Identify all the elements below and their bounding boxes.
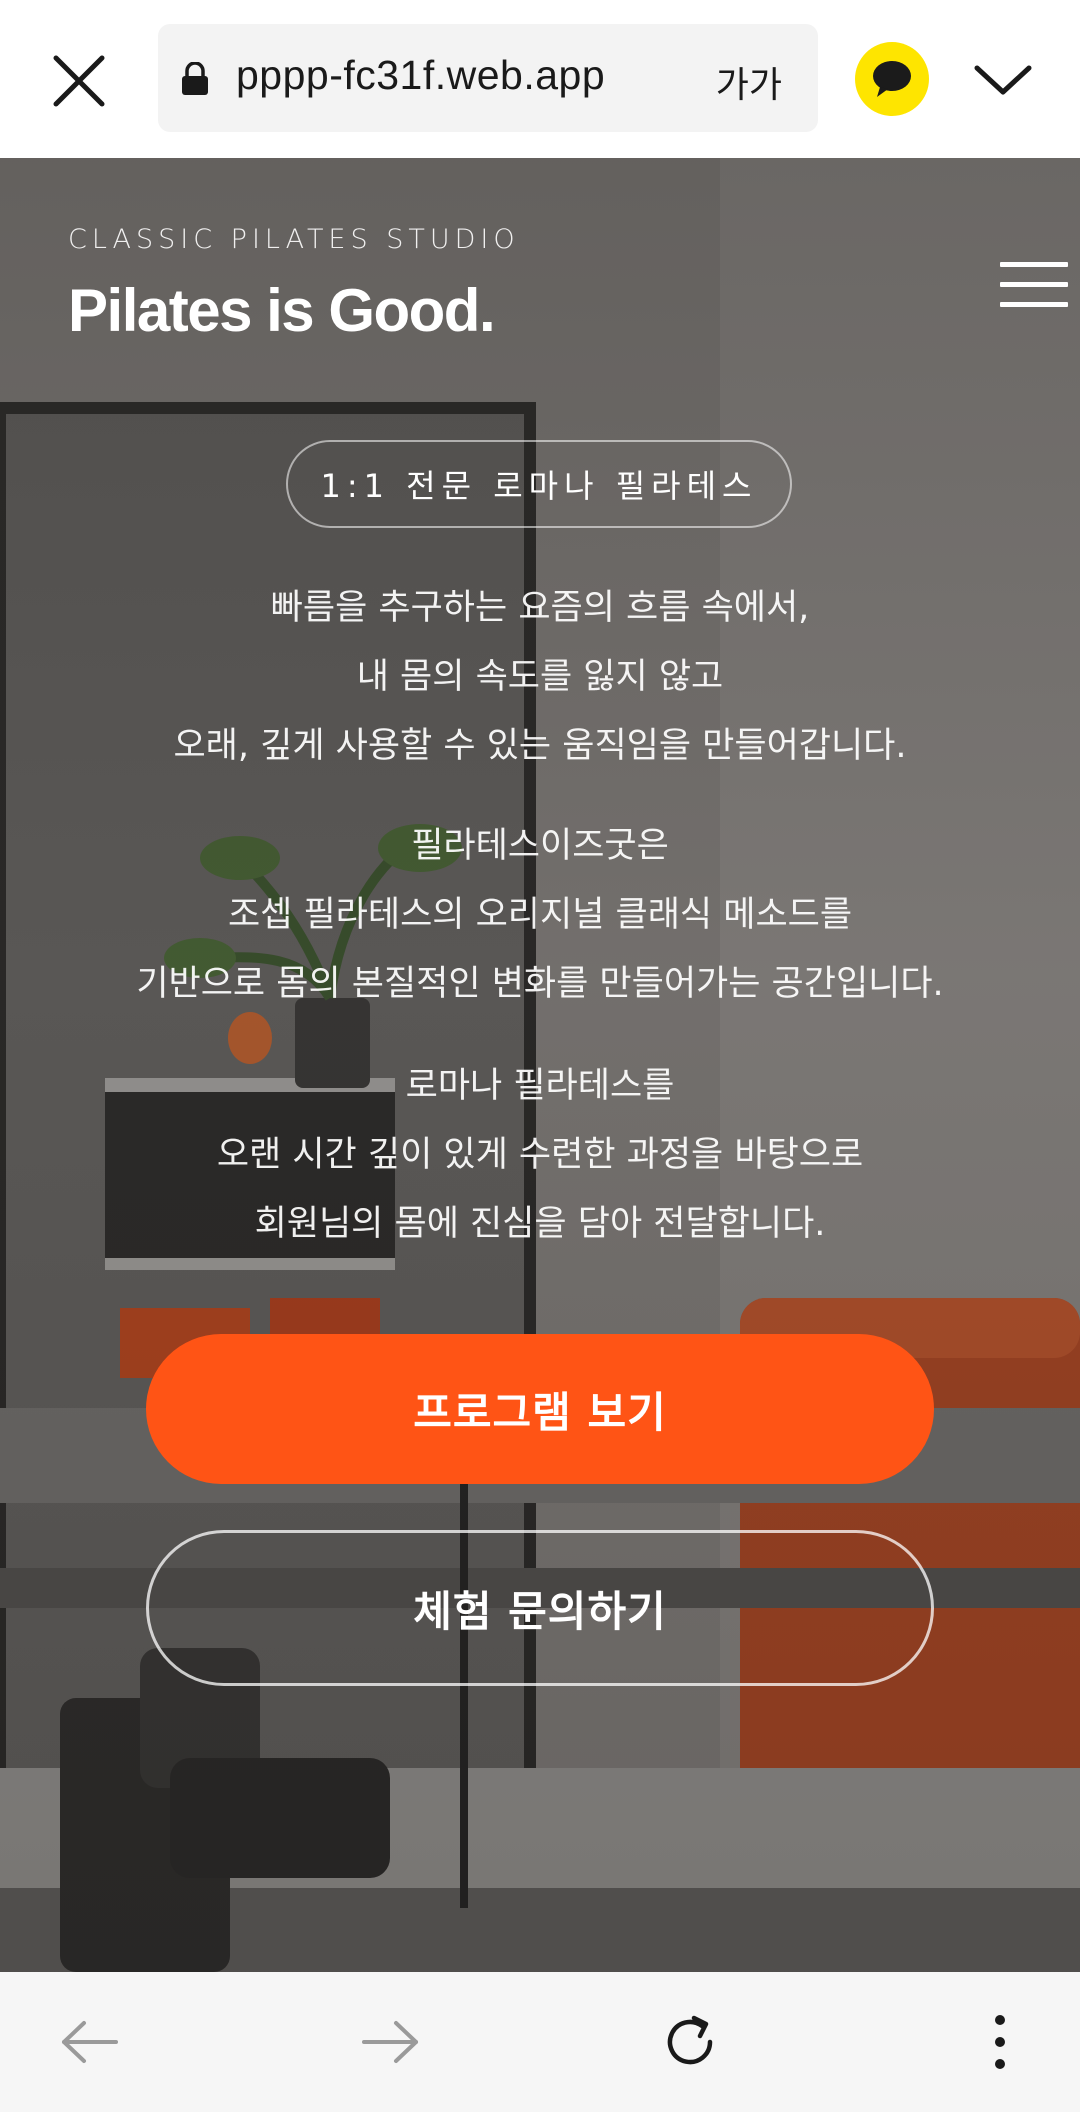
intro-line: 내 몸의 속도를 잃지 않고 [356,657,724,697]
intro-line: 필라테스이즈굿은 [411,826,669,866]
intro-line: 오래, 깊게 사용할 수 있는 움직임을 만들어갑니다. [173,726,907,766]
hamburger-menu-icon[interactable] [1000,262,1070,314]
kakaotalk-button[interactable] [855,42,929,116]
intro-line: 회원님의 몸에 진심을 담아 전달합니다. [254,1204,826,1244]
text-size-button[interactable]: 가가 [716,56,782,108]
brand-logo[interactable]: Pilates is Good. [68,276,496,345]
arrow-right-icon [362,2021,418,2063]
intro-line: 로마나 필라테스를 [405,1066,675,1106]
refresh-button[interactable] [650,2002,730,2082]
browser-top-bar: pppp-fc31f.web.app 가가 [0,0,1080,158]
url-text: pppp-fc31f.web.app [236,52,606,98]
studio-kicker: CLASSIC PILATES STUDIO [68,224,520,255]
forward-button[interactable] [350,2002,430,2082]
more-options-button[interactable] [960,2002,1040,2082]
program-badge: 1:1 전문 로마나 필라테스 [286,440,792,528]
lock-icon [182,62,208,95]
kakaotalk-icon [873,61,911,97]
address-bar[interactable]: pppp-fc31f.web.app 가가 [158,24,818,132]
close-button[interactable] [44,46,114,116]
intro-paragraph-3: 로마나 필라테스를 오랜 시간 깊이 있게 수련한 과정을 바탕으로 회원님의 … [0,1052,1080,1259]
chevron-down-icon [974,65,1032,95]
intro-line: 오랜 시간 깊이 있게 수련한 과정을 바탕으로 [216,1135,864,1175]
view-programs-button[interactable]: 프로그램 보기 [146,1334,934,1484]
refresh-icon [667,2015,713,2065]
hero-section: CLASSIC PILATES STUDIO Pilates is Good. … [0,158,1080,1972]
back-button[interactable] [50,2002,130,2082]
browser-bottom-bar [0,1972,1080,2112]
intro-line: 기반으로 몸의 본질적인 변화를 만들어가는 공간입니다. [136,964,944,1004]
close-icon [53,55,105,107]
intro-line: 조셉 필라테스의 오리지널 클래식 메소드를 [227,895,853,935]
intro-line: 빠름을 추구하는 요즘의 흐름 속에서, [270,588,810,628]
intro-paragraph-2: 필라테스이즈굿은 조셉 필라테스의 오리지널 클래식 메소드를 기반으로 몸의 … [0,812,1080,1019]
more-vertical-icon [995,2015,1005,2069]
expand-toolbar-button[interactable] [968,52,1038,108]
intro-paragraph-1: 빠름을 추구하는 요즘의 흐름 속에서, 내 몸의 속도를 잃지 않고 오래, … [0,574,1080,781]
trial-inquiry-button[interactable]: 체험 문의하기 [146,1530,934,1686]
arrow-left-icon [62,2021,118,2063]
